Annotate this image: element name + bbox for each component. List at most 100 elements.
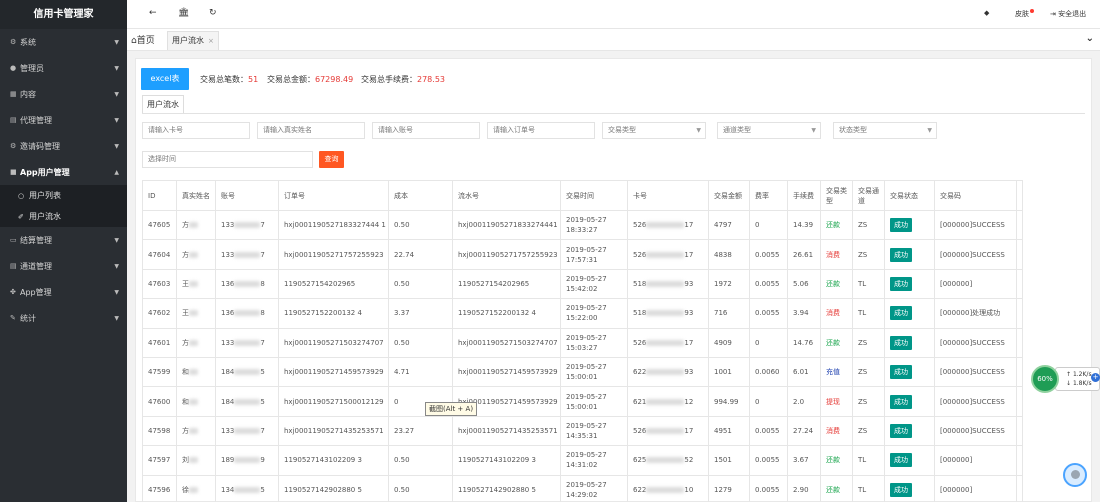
cell-actions[interactable] [1016,327,1023,358]
query-button[interactable]: 查询 [319,151,344,168]
cell-actions[interactable] [1016,474,1023,502]
inner-tab-user-flow[interactable]: 用户流水 [142,95,184,114]
cell-rate: 0.0055 [749,239,788,270]
cell-account: 184 5 [215,356,279,388]
table-body: 47605 方 133 7 hxj0001190527183327444 1 0.50 hx… [142,209,1023,502]
sidebar-item[interactable]: ▤ 代理管理 ▼ [0,107,127,133]
sidebar-item[interactable]: ⚙ 邀请码管理 ▼ [0,133,127,159]
cell-actions[interactable] [1016,415,1023,447]
cell-account: 136 8 [215,298,279,329]
cell-account: 133 7 [215,209,279,241]
gear-icon: ⚙ [10,38,17,46]
trade-type-text: 还款 [826,485,840,494]
cell-order: hxj00011905271500012129 [278,386,389,417]
cell-fee: 27.24 [787,415,821,447]
cell-type: 消费 [820,415,853,447]
sidebar-subitem[interactable]: ✐ 用户流水 [0,206,127,227]
status-type-select[interactable]: 状态类型 ▼ [833,122,937,139]
cell-id: 47601 [142,327,177,358]
cell-card: 526 17 [627,209,709,241]
column-header: 交易类型 [820,180,853,211]
logout-button[interactable]: ⇥ 安全退出 [1050,9,1086,19]
cell-actions[interactable] [1016,445,1023,476]
sidebar-subitem-label: 用户流水 [29,212,61,221]
close-icon[interactable]: × [208,37,214,45]
table-row[interactable]: 47603 王 136 8 1190527154202965 0.50 1190527154… [142,268,1023,300]
card-number-input[interactable]: 请输入卡号 [142,122,250,139]
cell-cost: 0.50 [388,268,453,300]
redacted [646,398,685,405]
back-icon[interactable]: ← [149,8,157,18]
assistant-avatar[interactable] [1063,463,1087,487]
transaction-table: ID 真实姓名 账号 订单号 成本 流水号 交易时间 卡号 交易金额 费率 手续费 交易类型 交易通道交… [142,180,1023,502]
grid-icon: ▦ [10,90,17,98]
tag-icon[interactable]: ◆ [984,9,989,17]
table-row[interactable]: 47596 徐 134 5 1190527142902880 5 0.50 11905271… [142,474,1023,502]
trade-type-text: 还款 [826,279,840,288]
cell-time: 2019-05-27 17:57:31 [560,239,628,270]
cell-status: 成功 [884,268,935,300]
sidebar-item[interactable]: ▤ 通道管理 ▼ [0,253,127,279]
cell-time: 2019-05-27 15:00:01 [560,356,628,388]
status-badge: 成功 [890,306,912,321]
lock-icon: ■ [10,168,17,176]
cell-actions[interactable] [1016,268,1023,300]
account-input[interactable]: 请输入账号 [372,122,480,139]
tab-user-flow[interactable]: 用户流水 × [167,31,219,50]
trade-type-select[interactable]: 交易类型 ▼ [602,122,706,139]
sidebar-subitem[interactable]: ○ 用户列表 [0,185,127,206]
sidebar-item[interactable]: ▭ 结算管理 ▼ [0,227,127,253]
cell-actions[interactable] [1016,209,1023,241]
refresh-icon[interactable]: ↻ [209,8,217,18]
sidebar-item[interactable]: ✤ App管理 ▼ [0,279,127,305]
status-badge: 成功 [890,218,912,233]
table-row[interactable]: 47601 方 133 7 hxj00011905271503274707 0.50 hxj… [142,327,1023,358]
tab-home[interactable]: ⌂首页 [131,33,155,46]
column-header: 成本 [388,180,453,211]
cell-amount: 4909 [708,327,750,358]
trade-type-text: 还款 [826,221,840,230]
table-row[interactable]: 47605 方 133 7 hxj0001190527183327444 1 0.50 hx… [142,209,1023,241]
redacted [189,251,198,258]
channel-type-select[interactable]: 通道类型 ▼ [717,122,821,139]
cell-status: 成功 [884,415,935,447]
network-speed-widget[interactable]: ↑ 1.2K/s ↓ 1.8K/s 60% + [1031,365,1100,394]
home-icon[interactable]: 🏛 [178,8,189,18]
sidebar-item[interactable]: ⚙ 系统 ▼ [0,29,127,55]
table-row[interactable]: 47600 和 184 5 hxj00011905271500012129 0 hxj000… [142,386,1023,417]
table-row[interactable]: 47599 和 184 5 hxj00011905271459573929 4.71 hxj… [142,356,1023,388]
sidebar-item[interactable]: ▦ 内容 ▼ [0,81,127,107]
sidebar-item[interactable]: ✎ 统计 ▼ [0,305,127,331]
cell-actions[interactable] [1016,298,1023,329]
column-header: 真实姓名 [176,180,216,211]
chevron-down-icon[interactable]: ⌄ [1086,33,1094,44]
table-row[interactable]: 47598 方 133 7 hxj00011905271435253571 23.27 hx… [142,415,1023,447]
order-number-input[interactable]: 请输入订单号 [487,122,595,139]
column-header: 订单号 [278,180,389,211]
cell-code: [000000]处理成功 [934,298,1017,329]
plus-icon[interactable]: + [1091,373,1100,382]
cell-time: 2019-05-27 15:03:27 [560,327,628,358]
sidebar-item[interactable]: ■ App用户管理 ▲ [0,159,127,185]
upload-speed-value: 1.2K/s [1072,371,1092,378]
skin-menu[interactable]: 皮肤 [1015,9,1034,19]
edit-icon: ✎ [10,314,16,322]
cell-actions[interactable] [1016,356,1023,388]
excel-export-button[interactable]: excel表 [141,68,189,90]
cell-channel: TL [852,268,885,300]
table-row[interactable]: 47602 王 136 8 1190527152200132 4 3.37 11905271… [142,298,1023,329]
cell-amount: 1972 [708,268,750,300]
real-name-input[interactable]: 请输入真实姓名 [257,122,365,139]
trade-type-text: 充值 [826,368,840,377]
sidebar-item[interactable]: ● 管理员 ▼ [0,55,127,81]
cell-cost: 0.50 [388,327,453,358]
table-row[interactable]: 47604 方 133 7 hxj00011905271757255923 22.74 hx… [142,239,1023,270]
cell-channel: ZS [852,327,885,358]
cell-serial: hxj00011905271503274707 [452,327,561,358]
cell-actions[interactable] [1016,386,1023,417]
time-range-input[interactable]: 选择时间 [142,151,313,168]
cell-actions[interactable] [1016,239,1023,270]
cell-cost: 0.50 [388,209,453,241]
table-row[interactable]: 47597 刘 189 9 1190527143102209 3 0.50 11905271… [142,445,1023,476]
skin-label: 皮肤 [1015,10,1029,18]
